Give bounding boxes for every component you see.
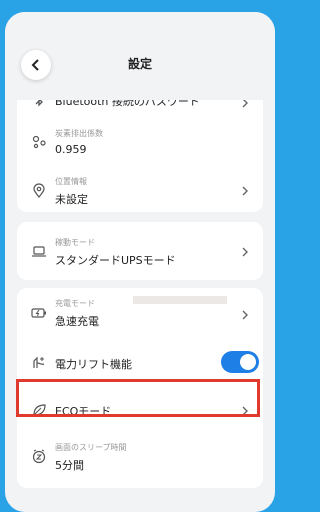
- redacted-block: [133, 296, 227, 304]
- laptop-icon: [31, 243, 47, 259]
- chevron-right-icon: [242, 186, 248, 196]
- screen-sleep-label: 画面のスリープ時間: [55, 443, 127, 452]
- carbon-factor-label: 炭素排出係数: [55, 129, 103, 138]
- molecule-icon: [31, 134, 47, 150]
- screen-sleep-value: 5分間: [55, 459, 84, 472]
- power-lift-label: 電力リフト機能: [55, 358, 132, 371]
- battery-charge-icon: [31, 305, 47, 321]
- page-title: 設定: [127, 57, 152, 71]
- row-carbon-factor[interactable]: 炭素排出係数 0.959: [17, 122, 263, 162]
- card-operation: 稼動モード スタンダードUPSモード: [17, 222, 263, 280]
- location-label: 位置情報: [55, 177, 87, 186]
- chevron-right-icon: [242, 310, 248, 320]
- row-operation-mode[interactable]: 稼動モード スタンダードUPSモード: [17, 231, 263, 271]
- location-value: 未設定: [55, 193, 88, 206]
- power-lift-toggle[interactable]: [221, 351, 259, 373]
- top-bar: 設定: [5, 12, 275, 100]
- row-power-lift: 電力リフト機能: [17, 342, 263, 382]
- charge-mode-value: 急速充電: [55, 315, 99, 328]
- location-pin-icon: [31, 183, 47, 199]
- sleep-clock-icon: [31, 448, 47, 464]
- highlight-box: [16, 379, 260, 417]
- row-location[interactable]: 位置情報 未設定: [17, 170, 263, 210]
- operation-mode-value: スタンダードUPSモード: [55, 254, 176, 267]
- phone-screen: Bluetooth 接続のパスワード 炭素排出係数 0.959 位置情報 未設定: [5, 12, 275, 512]
- toggle-knob: [240, 354, 256, 370]
- power-lift-icon: [31, 354, 47, 370]
- chevron-right-icon: [242, 247, 248, 257]
- charge-mode-label: 充電モード: [55, 299, 95, 308]
- carbon-factor-value: 0.959: [55, 143, 87, 156]
- row-screen-sleep[interactable]: 画面のスリープ時間 5分間: [17, 436, 263, 476]
- operation-mode-label: 稼動モード: [55, 238, 95, 247]
